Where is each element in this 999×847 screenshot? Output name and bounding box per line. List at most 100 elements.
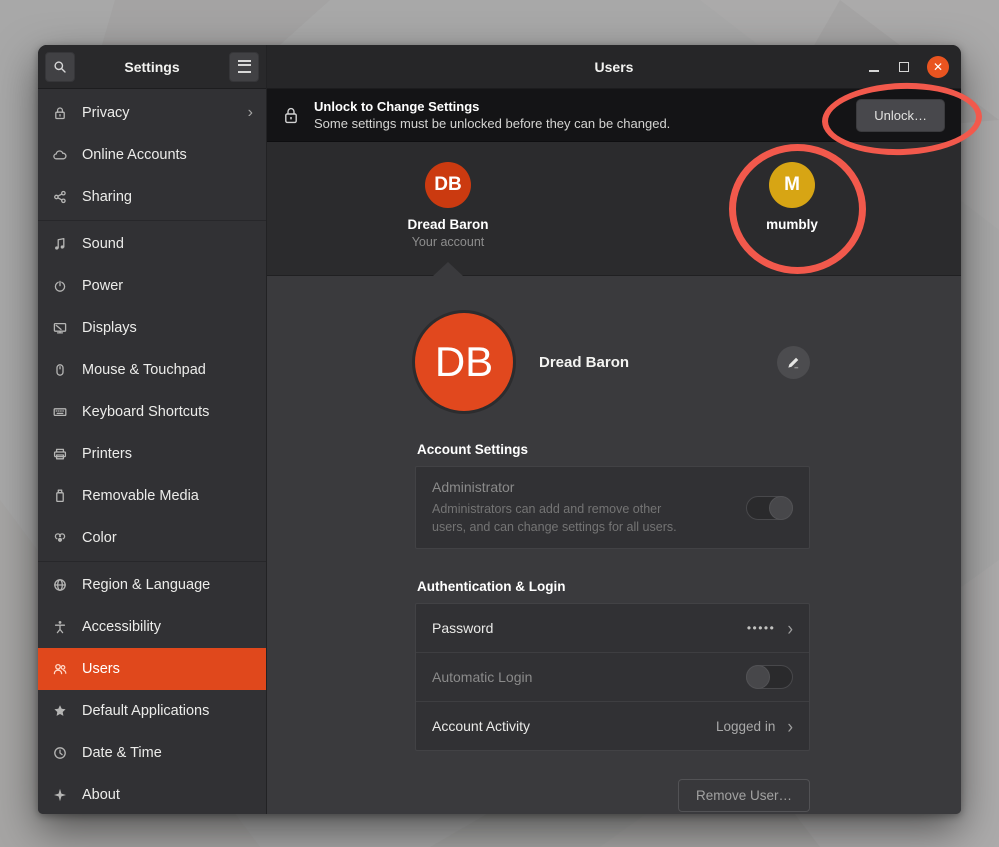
sidebar-item-region-language[interactable]: Region & Language (38, 564, 266, 606)
keyboard-icon (51, 404, 68, 421)
color-icon (51, 530, 68, 547)
main-panel: Users ✕ Unlock to Change Settings Some s… (267, 45, 961, 814)
mouse-icon (51, 362, 68, 379)
sidebar-item-removable-media[interactable]: Removable Media (38, 475, 266, 517)
sidebar-item-label: Online Accounts (82, 147, 187, 163)
search-icon (52, 59, 68, 75)
avatar: M (769, 162, 815, 208)
globe-icon (51, 577, 68, 594)
sidebar-item-date-time[interactable]: Date & Time (38, 732, 266, 774)
sidebar-item-default-applications[interactable]: Default Applications (38, 690, 266, 732)
administrator-toggle (746, 496, 793, 520)
sidebar-item-mouse-touchpad[interactable]: Mouse & Touchpad (38, 349, 266, 391)
printer-icon (51, 446, 68, 463)
sidebar-item-color[interactable]: Color (38, 517, 266, 559)
page-title: Users (267, 59, 961, 75)
maximize-button[interactable] (899, 62, 909, 72)
settings-sections: Account SettingsAdministratorAdministrat… (415, 412, 810, 751)
user-chip-mumbly[interactable]: M mumbly (712, 162, 872, 232)
user-carousel: DB Dread Baron Your account M mumbly (267, 142, 961, 276)
cloud-icon (51, 147, 68, 164)
sidebar-item-label: Users (82, 661, 120, 677)
sidebar-item-printers[interactable]: Printers (38, 433, 266, 475)
padlock-icon (283, 106, 299, 125)
selected-user-caret (433, 262, 463, 276)
chevron-right-icon: › (787, 618, 793, 638)
sidebar-item-users[interactable]: Users (38, 648, 266, 690)
sparkle-icon (51, 787, 68, 804)
sidebar-item-online-accounts[interactable]: Online Accounts (38, 134, 266, 176)
toggle-knob (769, 496, 793, 520)
row-controls (746, 496, 793, 520)
search-button[interactable] (45, 52, 75, 82)
sidebar-item-label: Mouse & Touchpad (82, 362, 206, 378)
sidebar-item-power[interactable]: Power (38, 265, 266, 307)
sidebar-item-label: Privacy (82, 105, 130, 121)
sidebar-item-label: About (82, 787, 120, 803)
profile-avatar[interactable]: DB (415, 313, 513, 411)
user-subtitle: Your account (412, 235, 485, 249)
content-area: DB Dread Baron Account Settings Administr… (267, 276, 961, 814)
unlock-subtitle: Some settings must be unlocked before th… (314, 116, 841, 131)
unlock-banner: Unlock to Change Settings Some settings … (267, 89, 961, 142)
chevron-right-icon: › (248, 105, 253, 121)
sidebar-separator (38, 561, 266, 562)
removable-media-icon (51, 488, 68, 505)
sidebar-item-label: Default Applications (82, 703, 209, 719)
clock-icon (51, 745, 68, 762)
avatar: DB (425, 162, 471, 208)
row-title: Administrator (432, 479, 746, 495)
share-icon (51, 189, 68, 206)
hamburger-icon (238, 60, 251, 73)
profile-name: Dread Baron (539, 354, 629, 371)
row-title: Account Activity (432, 718, 716, 734)
star-icon (51, 703, 68, 720)
toggle-knob (746, 665, 770, 689)
avatar-initials: DB (434, 174, 461, 196)
unlock-title: Unlock to Change Settings (314, 99, 841, 114)
automatic-login-toggle (746, 665, 793, 689)
sidebar-item-keyboard-shortcuts[interactable]: Keyboard Shortcuts (38, 391, 266, 433)
close-icon: ✕ (933, 60, 943, 74)
row-title: Password (432, 620, 747, 636)
sidebar-item-sharing[interactable]: Sharing (38, 176, 266, 218)
row-password[interactable]: Password••••• › (416, 604, 809, 652)
sidebar-item-label: Accessibility (82, 619, 161, 635)
settings-card: Password••••• › Automatic Login Account Act… (415, 603, 810, 751)
row-account-activity[interactable]: Account ActivityLogged in› (416, 701, 809, 750)
sidebar-item-about[interactable]: About (38, 774, 266, 814)
sidebar-item-label: Printers (82, 446, 132, 462)
settings-window: Settings Privacy › Online Accounts Sharing S… (38, 45, 961, 814)
sidebar-separator (38, 220, 266, 221)
row-value: Logged in (716, 719, 775, 734)
app-title: Settings (81, 59, 223, 75)
minimize-icon (869, 70, 879, 72)
row-automatic-login: Automatic Login (416, 652, 809, 701)
sidebar-item-accessibility[interactable]: Accessibility (38, 606, 266, 648)
profile-row: DB Dread Baron (415, 312, 810, 412)
sidebar-item-sound[interactable]: Sound (38, 223, 266, 265)
sidebar-list: Privacy › Online Accounts Sharing SoundPower… (38, 89, 266, 814)
accessibility-icon (51, 619, 68, 636)
sidebar-item-label: Sharing (82, 189, 132, 205)
row-title: Automatic Login (432, 669, 746, 685)
avatar-initials: M (784, 174, 800, 196)
lock-icon (51, 105, 68, 122)
minimize-button[interactable] (867, 60, 881, 74)
user-chip-dread-baron[interactable]: DB Dread Baron Your account (368, 162, 528, 249)
row-value: ••••• (747, 621, 776, 635)
remove-user-button[interactable]: Remove User… (678, 779, 810, 812)
primary-menu-button[interactable] (229, 52, 259, 82)
music-note-icon (51, 236, 68, 253)
sidebar-item-privacy[interactable]: Privacy › (38, 92, 266, 134)
sidebar-item-label: Removable Media (82, 488, 199, 504)
section-heading: Account Settings (417, 442, 810, 457)
sidebar-item-displays[interactable]: Displays (38, 307, 266, 349)
headerbar: Users ✕ (267, 45, 961, 89)
sidebar-item-label: Displays (82, 320, 137, 336)
unlock-button[interactable]: Unlock… (856, 99, 945, 132)
edit-name-button[interactable] (777, 346, 810, 379)
unlock-text: Unlock to Change Settings Some settings … (314, 99, 841, 131)
close-button[interactable]: ✕ (927, 56, 949, 78)
avatar-initials: DB (435, 338, 493, 386)
